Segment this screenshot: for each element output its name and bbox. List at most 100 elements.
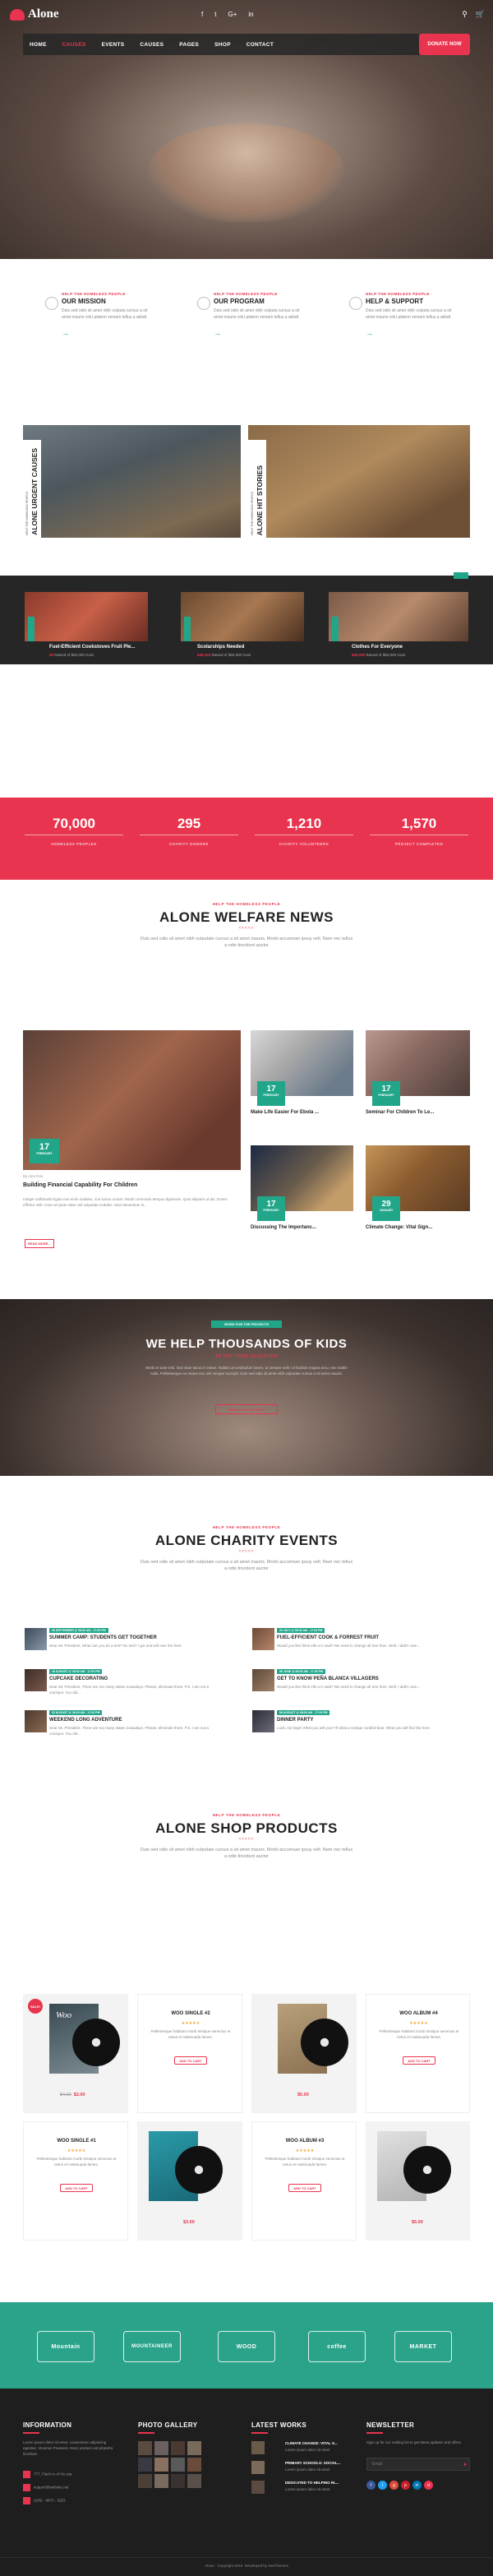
news-date: 17 FEBRUARY: [257, 1196, 285, 1221]
gallery-thumb[interactable]: [187, 2441, 201, 2455]
brand-logo[interactable]: MOUNTAINEER: [123, 2331, 181, 2362]
gallery-thumb[interactable]: [154, 2458, 168, 2472]
nav-shop[interactable]: SHOP: [214, 42, 231, 48]
work-thumb[interactable]: [251, 2461, 265, 2474]
gallery-thumb[interactable]: [138, 2441, 152, 2455]
dribbble-icon[interactable]: d: [424, 2481, 433, 2490]
twitter-icon[interactable]: t: [378, 2481, 387, 2490]
main-nav: HOME CAUSES EVENTS CAUSES PAGES SHOP CON…: [23, 34, 470, 55]
add-to-cart-button[interactable]: ADD TO CART: [174, 2056, 207, 2065]
news-title[interactable]: Climate Change: Vital Sign...: [366, 1225, 432, 1230]
cause-card[interactable]: Scolarships Needed $45,020 Raised of $50…: [181, 592, 304, 666]
hit-stories-image[interactable]: [248, 425, 470, 538]
linkedin-icon[interactable]: in: [248, 11, 253, 18]
stat-number: 1,210: [286, 816, 322, 831]
add-to-cart-button[interactable]: ADD TO CART: [403, 2056, 435, 2065]
product-card[interactable]: SALE! Woo $4.00 $2.00: [23, 1994, 128, 2113]
gallery-thumb[interactable]: [187, 2474, 201, 2488]
cause-card[interactable]: Clothes For Everyone $45,000 Raised of $…: [329, 592, 468, 666]
nav-causes[interactable]: CAUSES: [62, 42, 86, 48]
add-to-cart-button[interactable]: ADD TO CART: [288, 2184, 321, 2192]
nav-pages[interactable]: PAGES: [179, 42, 199, 48]
gallery-thumb[interactable]: [138, 2458, 152, 2472]
news-main-title[interactable]: Building Financial Capability For Childr…: [23, 1182, 137, 1188]
google-plus-icon[interactable]: G+: [228, 11, 237, 18]
product-desc: Pellentesque habitant morbi tristique se…: [265, 2157, 345, 2167]
urgent-causes-image[interactable]: [23, 425, 241, 538]
brand-logo[interactable]: Mountain: [37, 2331, 94, 2362]
arrow-right-icon[interactable]: →: [214, 329, 337, 337]
event-title: FUEL-EFFICIENT COOK & FORREST FRUIT: [277, 1635, 379, 1640]
mail-icon: [23, 2484, 30, 2491]
gallery-thumb[interactable]: [154, 2474, 168, 2488]
product-card[interactable]: $3.00: [137, 2121, 242, 2241]
read-more-button[interactable]: READ MORE...: [25, 1239, 54, 1248]
event-item[interactable]: 06 JUNE @ 08:00 AM - 17:00 PM GET TO KNO…: [252, 1669, 470, 1702]
event-item[interactable]: 22 AUGUST @ 08:00 AM - 17:00 PM WEEKEND …: [25, 1710, 238, 1743]
product-card[interactable]: $5.00: [251, 1994, 357, 2113]
facebook-icon[interactable]: f: [366, 2481, 376, 2490]
product-card[interactable]: WOO SINGLE #1 ★★★★★ Pellentesque habitan…: [23, 2121, 128, 2241]
kids-text: Morbi et ante eriti. Sed vitae lacus in …: [145, 1366, 348, 1376]
newsletter-email-input[interactable]: [366, 2458, 470, 2471]
work-thumb[interactable]: [251, 2441, 265, 2454]
stat-label: CHARITY VOLUNTEERS: [279, 842, 329, 846]
strip-nav-button[interactable]: [454, 572, 468, 579]
nav-home[interactable]: HOME: [30, 42, 47, 48]
work-title[interactable]: CLIMATE CHANGE: VITAL S...: [285, 2441, 338, 2445]
feature-text: Duis sed odio sit amet nibh vulputa curs…: [62, 308, 148, 320]
footer-email[interactable]: support@website.net: [23, 2484, 68, 2491]
section-subtitle: Duis sed odio sit amet nibh vulputate cu…: [140, 1848, 353, 1859]
product-card[interactable]: WOO ALBUM #4 ★★★★★ Pellentesque habitant…: [366, 1994, 470, 2113]
gallery-thumb[interactable]: [171, 2441, 185, 2455]
cause-tag: [184, 617, 191, 641]
pinterest-icon[interactable]: p: [401, 2481, 410, 2490]
arrow-right-icon[interactable]: →: [62, 329, 185, 337]
stat-number: 295: [177, 816, 201, 831]
rating-stars-icon: ★★★★★: [409, 2021, 428, 2026]
work-thumb[interactable]: [251, 2481, 265, 2494]
work-title[interactable]: PRIMARY SCHOOLS: SOCIAL...: [285, 2461, 341, 2465]
event-item[interactable]: 29 JULY @ 08:00 AM - 17:00 PM FUEL-EFFIC…: [252, 1628, 470, 1661]
google-plus-icon[interactable]: g: [389, 2481, 399, 2490]
product-card[interactable]: $5.00: [366, 2121, 470, 2241]
twitter-icon[interactable]: t: [214, 11, 216, 18]
news-date: 17 FEBRUARY: [257, 1081, 285, 1106]
facebook-icon[interactable]: f: [201, 11, 203, 18]
gallery-thumb[interactable]: [154, 2441, 168, 2455]
news-title[interactable]: Discussing The Importanc...: [251, 1225, 316, 1230]
add-to-cart-button[interactable]: ADD TO CART: [60, 2184, 93, 2192]
work-title[interactable]: DEDICATED TO HELPING RL...: [285, 2481, 339, 2485]
brand-logo[interactable]: WOOD: [218, 2331, 275, 2362]
gallery-thumb[interactable]: [187, 2458, 201, 2472]
event-item[interactable]: 05 SEPTEMBER @ 08:00 AM - 17:00 PM SUMME…: [25, 1628, 238, 1661]
brand-logo[interactable]: coffee: [308, 2331, 366, 2362]
brand-logo[interactable]: MARKET: [394, 2331, 452, 2362]
gallery-thumb[interactable]: [171, 2458, 185, 2472]
cause-card[interactable]: Fuel-Efficient Cookstoves Fruit Ple... $…: [25, 592, 148, 666]
news-title[interactable]: Seminar For Children To Le...: [366, 1110, 434, 1115]
nav-contact[interactable]: CONTACT: [246, 42, 274, 48]
news-title[interactable]: Make Life Easier For Ebola ...: [251, 1110, 319, 1115]
search-icon[interactable]: ⚲: [462, 10, 468, 19]
event-item[interactable]: 16 AUGUST @ 08:00 AM - 17:00 PM CUPCAKE …: [25, 1669, 238, 1702]
gallery-thumb[interactable]: [138, 2474, 152, 2488]
heart-icon: [45, 297, 58, 310]
nav-events[interactable]: EVENTS: [102, 42, 125, 48]
event-date: 06 JUNE @ 08:00 AM - 17:00 PM: [277, 1669, 326, 1674]
send-icon[interactable]: ➤: [460, 2458, 470, 2471]
footer-phone[interactable]: (205) - 8873 - 3253: [23, 2497, 66, 2504]
product-card[interactable]: WOO SINGLE #2 ★★★★★ Pellentesque habitan…: [137, 1994, 242, 2113]
donate-button[interactable]: DONATE NOW: [419, 34, 470, 55]
linkedin-icon[interactable]: in: [412, 2481, 422, 2490]
copyright: Alone · Copyright 2016. Developed by Nee…: [205, 2564, 288, 2568]
arrow-right-icon[interactable]: →: [366, 329, 489, 337]
event-item[interactable]: 06 AUGUST @ 08:00 AM - 17:00 PM DINNER P…: [252, 1710, 470, 1743]
cart-icon[interactable]: 🛒: [476, 10, 485, 19]
kids-button[interactable]: SHOW HOW YOU HELP: [215, 1404, 278, 1414]
footer-heading: INFORMATION: [23, 2421, 72, 2429]
gallery-thumb[interactable]: [171, 2474, 185, 2488]
product-card[interactable]: WOO ALBUM #3 ★★★★★ Pellentesque habitant…: [251, 2121, 357, 2241]
logo[interactable]: Alone: [10, 7, 59, 21]
nav-causes-2[interactable]: CAUSES: [140, 42, 164, 48]
